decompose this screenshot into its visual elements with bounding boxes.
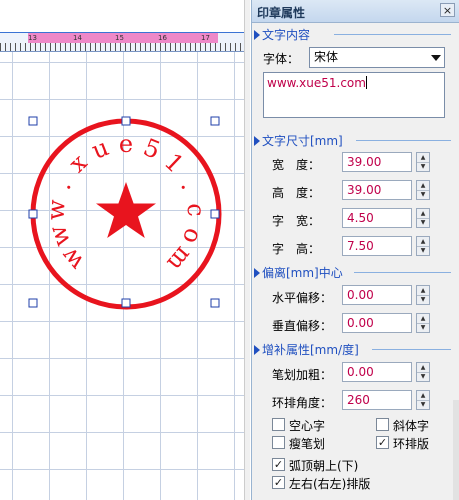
arc-top-up-label: 弧顶朝上(下)	[289, 459, 359, 473]
char-height-label: 字 高：	[272, 242, 321, 256]
text-caret	[365, 76, 367, 89]
italic-label: 斜体字	[393, 419, 430, 433]
ring-angle-label: 环排角度：	[272, 396, 333, 410]
h-offset-label: 水平偏移：	[272, 291, 333, 305]
divider	[354, 272, 451, 273]
triangle-icon	[254, 136, 260, 146]
stamp-canvas[interactable]: 13 14 15 16 17 www.xue51.com	[0, 0, 250, 500]
divider	[334, 34, 451, 35]
seal-arc-char: 1	[159, 148, 189, 179]
dropdown-arrow-icon	[431, 55, 441, 61]
height-label: 高 度：	[272, 186, 321, 200]
divider	[356, 140, 451, 141]
ruler-ticks	[0, 43, 250, 51]
resize-handle[interactable]	[210, 298, 220, 308]
ruler-number: 15	[115, 34, 124, 42]
seal-arc-char: .	[175, 175, 204, 194]
resize-handle[interactable]	[121, 298, 131, 308]
ring-layout-checkbox[interactable]: ✓	[376, 436, 389, 449]
char-width-label: 字 宽：	[272, 214, 321, 228]
hollow-text-label: 空心字	[289, 419, 326, 433]
dialog-titlebar[interactable]: 印章属性 ×	[252, 0, 459, 23]
spin-down-icon: ▼	[420, 163, 426, 170]
hollow-text-checkbox[interactable]	[272, 418, 285, 431]
spin-down-icon: ▼	[420, 191, 426, 198]
section-header-offset: 偏离[mm]中心	[254, 264, 343, 280]
resize-handle[interactable]	[121, 116, 131, 126]
font-select[interactable]: 宋体	[309, 47, 445, 68]
resize-handle[interactable]	[210, 209, 220, 219]
triangle-icon	[254, 30, 260, 40]
ruler-number: 16	[158, 34, 167, 42]
seal-arc-char: w	[43, 221, 76, 250]
ring-angle-field[interactable]: 260	[342, 390, 412, 410]
section-header-text-size: 文字尺寸[mm]	[254, 132, 343, 148]
char-height-field[interactable]: 7.50	[342, 236, 412, 256]
height-spinner[interactable]: ▲ ▼	[416, 180, 430, 200]
spin-down-icon: ▼	[420, 324, 426, 331]
ruler-number: 13	[28, 34, 37, 42]
stroke-bold-label: 笔划加粗：	[272, 368, 333, 382]
seal-arc-char: m	[161, 241, 197, 277]
width-field[interactable]: 39.00	[342, 152, 412, 172]
h-offset-spinner[interactable]: ▲ ▼	[416, 285, 430, 305]
seal-stamp[interactable]: www.xu e 51.com	[20, 108, 232, 320]
arc-top-up-checkbox[interactable]: ✓	[272, 458, 285, 471]
seal-arc-char: u	[88, 133, 113, 165]
dialog-scrollbar[interactable]	[453, 400, 459, 500]
width-label: 宽 度：	[272, 158, 321, 172]
height-field[interactable]: 39.00	[342, 180, 412, 200]
stamp-properties-dialog: 印章属性 × 文字内容 字体： 宋体 www.xue51.com 文字尺寸[mm…	[251, 0, 459, 500]
v-offset-spinner[interactable]: ▲ ▼	[416, 313, 430, 333]
spin-down-icon: ▼	[420, 296, 426, 303]
triangle-icon	[254, 268, 260, 278]
stamp-text-input[interactable]: www.xue51.com	[263, 72, 445, 118]
spin-down-icon: ▼	[420, 401, 426, 408]
resize-handle[interactable]	[210, 116, 220, 126]
resize-handle[interactable]	[28, 209, 38, 219]
resize-handle[interactable]	[28, 298, 38, 308]
dialog-title: 印章属性	[257, 6, 306, 20]
seal-star-icon	[96, 182, 156, 238]
spin-down-icon: ▼	[420, 219, 426, 226]
seal-arc-char: o	[177, 225, 208, 248]
spin-down-icon: ▼	[420, 373, 426, 380]
section-header-text-content: 文字内容	[254, 26, 310, 42]
divider	[372, 349, 451, 350]
char-width-spinner[interactable]: ▲ ▼	[416, 208, 430, 228]
seal-arc-char: c	[182, 202, 211, 217]
resize-handle[interactable]	[28, 116, 38, 126]
width-spinner[interactable]: ▲ ▼	[416, 152, 430, 172]
font-label: 字体：	[263, 52, 300, 66]
font-select-value: 宋体	[314, 50, 339, 64]
seal-arc-char: e	[119, 130, 133, 158]
italic-checkbox[interactable]	[376, 418, 389, 431]
stamp-text-value: www.xue51.com	[267, 76, 366, 90]
thin-stroke-checkbox[interactable]	[272, 436, 285, 449]
char-height-spinner[interactable]: ▲ ▼	[416, 236, 430, 256]
char-width-field[interactable]: 4.50	[342, 208, 412, 228]
ring-angle-spinner[interactable]: ▲ ▼	[416, 390, 430, 410]
spin-down-icon: ▼	[420, 247, 426, 254]
seal-arc-char: w	[42, 198, 71, 221]
h-offset-field[interactable]: 0.00	[342, 285, 412, 305]
triangle-icon	[254, 345, 260, 355]
lr-layout-label: 左右(右左)排版	[289, 477, 371, 491]
ring-layout-label: 环排版	[393, 437, 430, 451]
lr-layout-checkbox[interactable]: ✓	[272, 476, 285, 489]
ruler-number: 17	[201, 34, 210, 42]
stroke-bold-field[interactable]: 0.00	[342, 362, 412, 382]
canvas-scrollbar[interactable]	[244, 0, 250, 500]
stroke-bold-spinner[interactable]: ▲ ▼	[416, 362, 430, 382]
v-offset-label: 垂直偏移：	[272, 319, 333, 333]
seal-arc-char: 5	[140, 133, 165, 165]
seal-arc-char: x	[63, 148, 92, 178]
v-offset-field[interactable]: 0.00	[342, 313, 412, 333]
thin-stroke-label: 瘦笔划	[289, 437, 326, 451]
close-button[interactable]: ×	[440, 3, 455, 17]
section-header-extra: 增补属性[mm/度]	[254, 341, 359, 357]
seal-arc-char: .	[48, 175, 77, 194]
ruler-number: 14	[73, 34, 82, 42]
